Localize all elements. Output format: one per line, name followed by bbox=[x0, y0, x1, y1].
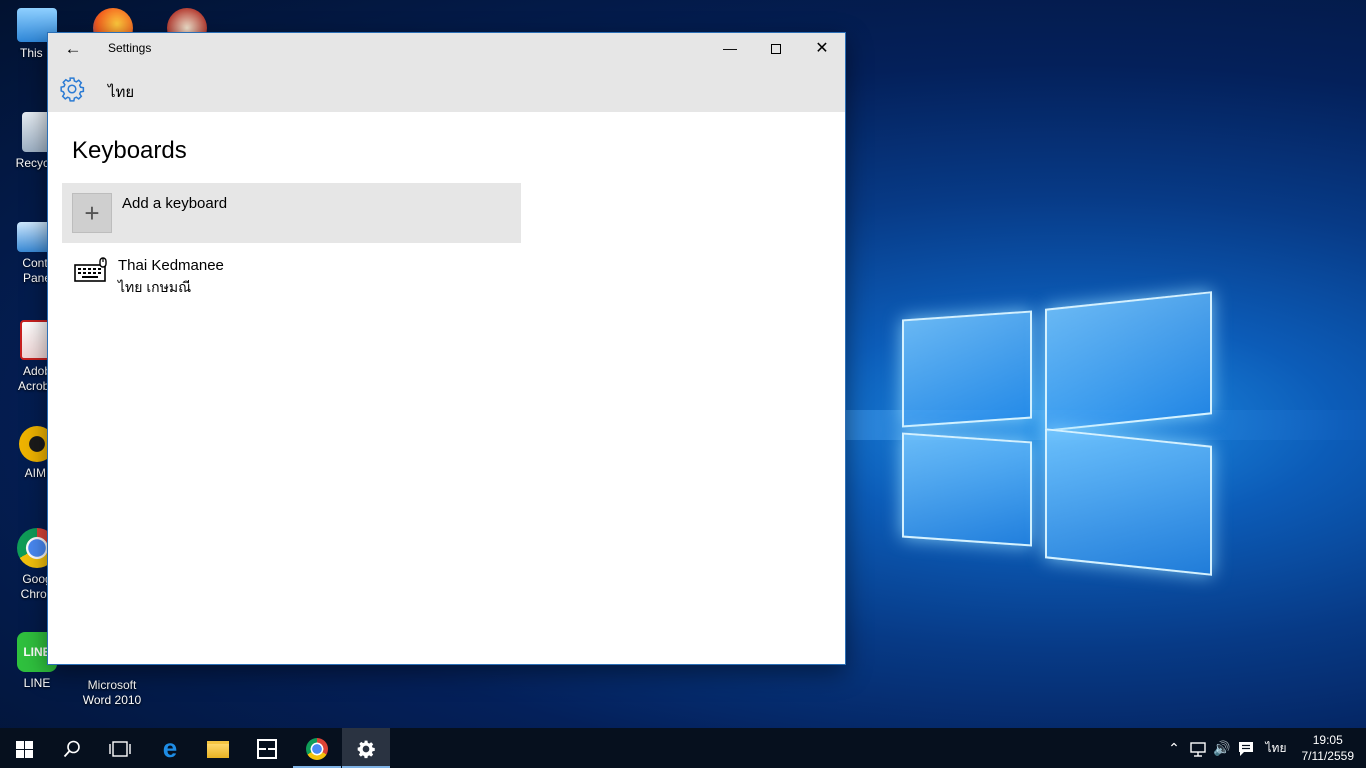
maximize-button[interactable] bbox=[753, 33, 799, 64]
desktop-icon-label: Microsoft bbox=[87, 678, 137, 692]
close-button[interactable]: ✕ bbox=[799, 33, 845, 64]
speaker-icon: 🔊 bbox=[1213, 740, 1231, 756]
taskbar-chrome[interactable] bbox=[293, 728, 341, 768]
plus-icon: + bbox=[72, 193, 112, 233]
taskbar-edge[interactable]: e bbox=[146, 728, 194, 768]
taskbar: e ⌃ 🔊 ไทย 19:05 7/11/2559 bbox=[0, 728, 1366, 768]
windows-logo-wallpaper bbox=[845, 270, 1225, 590]
desktop-icon-word-2010[interactable]: Microsoft Word 2010 bbox=[75, 664, 149, 708]
clock[interactable]: 19:05 7/11/2559 bbox=[1302, 732, 1355, 764]
add-keyboard-button[interactable]: + Add a keyboard bbox=[62, 183, 521, 243]
header-title: ไทย bbox=[108, 84, 135, 101]
desktop-icon-label: LINE bbox=[23, 676, 51, 690]
network-button[interactable] bbox=[1186, 728, 1210, 768]
notification-icon bbox=[1239, 742, 1253, 757]
taskbar-settings[interactable] bbox=[342, 728, 390, 768]
clock-date: 7/11/2559 bbox=[1301, 749, 1355, 763]
page-title: Keyboards bbox=[72, 137, 187, 164]
keyboard-name: Thai Kedmanee bbox=[118, 257, 224, 274]
keyboard-item[interactable]: Thai Kedmanee ไทย เกษมณี bbox=[62, 251, 521, 301]
settings-header: ไทย bbox=[48, 64, 845, 112]
settings-window: ← Settings — ✕ ไทย Keyboards + Add a key… bbox=[47, 32, 846, 665]
title-bar: ← Settings — ✕ bbox=[48, 33, 845, 64]
chevron-up-icon: ⌃ bbox=[1168, 740, 1180, 756]
taskbar-file-explorer[interactable] bbox=[194, 728, 242, 768]
folder-icon bbox=[207, 740, 229, 758]
input-language-button[interactable]: ไทย bbox=[1262, 728, 1290, 768]
volume-button[interactable]: 🔊 bbox=[1211, 728, 1233, 768]
maximize-icon bbox=[771, 44, 781, 55]
gear-icon bbox=[357, 740, 375, 759]
start-button[interactable] bbox=[0, 728, 48, 768]
back-button[interactable]: ← bbox=[58, 36, 88, 62]
edge-icon: e bbox=[162, 733, 178, 763]
show-hidden-icons-button[interactable]: ⌃ bbox=[1164, 728, 1184, 768]
clock-time: 19:05 bbox=[1312, 733, 1343, 747]
minimize-button[interactable]: — bbox=[707, 33, 753, 64]
search-button[interactable] bbox=[48, 728, 96, 768]
add-keyboard-label: Add a keyboard bbox=[122, 195, 228, 212]
keyboard-icon bbox=[74, 257, 107, 282]
windows-start-icon bbox=[15, 740, 33, 758]
gear-icon bbox=[60, 77, 85, 102]
search-icon bbox=[63, 740, 80, 758]
keyboard-subtitle: ไทย เกษมณี bbox=[118, 279, 192, 295]
action-center-button[interactable] bbox=[1235, 728, 1257, 768]
store-icon bbox=[257, 739, 277, 760]
window-title: Settings bbox=[108, 41, 152, 55]
task-view-icon bbox=[109, 741, 131, 757]
network-icon bbox=[1190, 742, 1206, 757]
chrome-icon bbox=[306, 738, 328, 761]
taskbar-store[interactable] bbox=[243, 728, 291, 768]
task-view-button[interactable] bbox=[96, 728, 144, 768]
desktop-icon-label-2: Word 2010 bbox=[82, 693, 142, 707]
